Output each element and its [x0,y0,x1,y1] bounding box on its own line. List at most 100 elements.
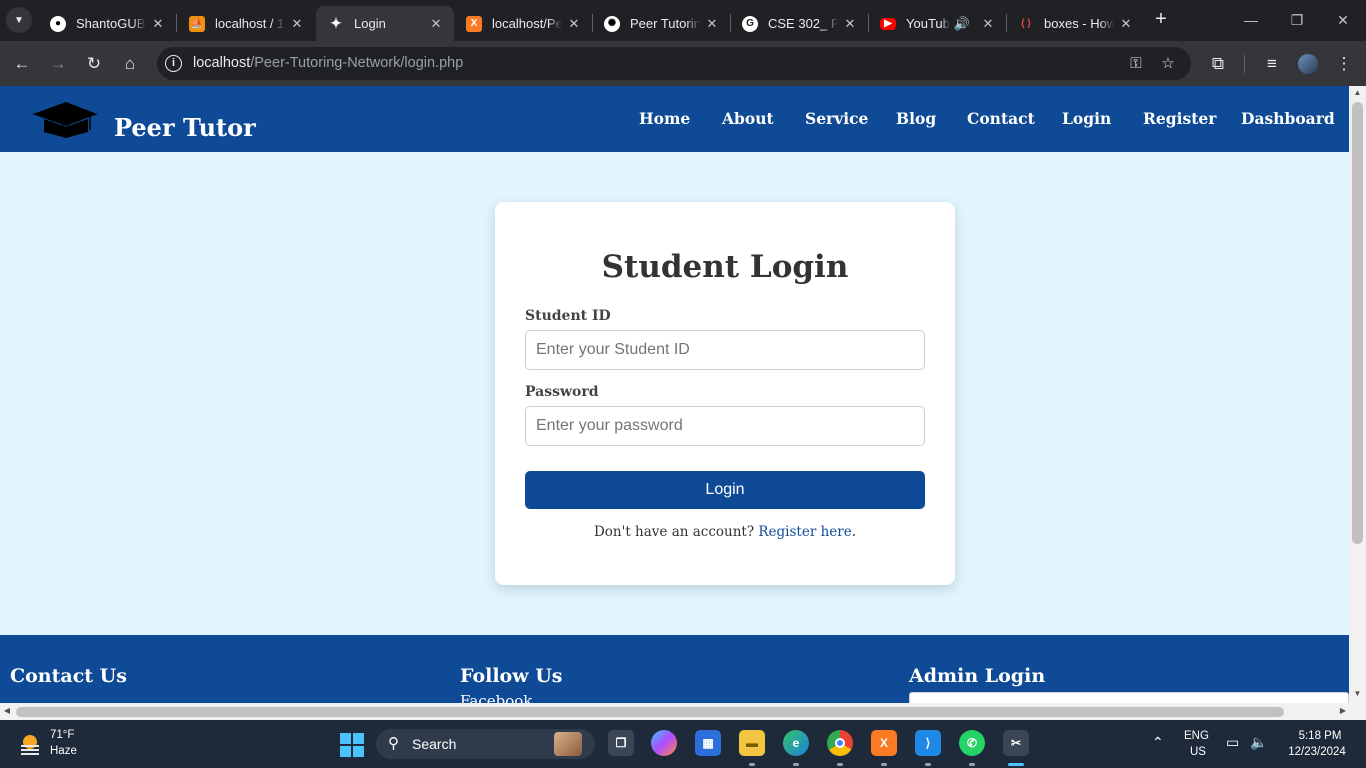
restore-button[interactable]: ❐ [1274,8,1320,32]
tab-search-button[interactable]: ▼ [6,7,32,33]
scroll-right-icon[interactable]: ▶ [1336,706,1350,715]
password-input[interactable] [525,406,925,446]
extensions-icon[interactable]: ⧉ [1204,50,1232,78]
nav-dashboard[interactable]: Dashboard [1241,109,1335,128]
nav-about[interactable]: About [722,109,774,128]
key-icon[interactable]: ⚿ [1125,53,1147,75]
profile-avatar[interactable] [1294,50,1322,78]
browser-tab-bar: ▼ ● ShantoGUB51 ✕ ⛵ localhost / 127 ✕ ✦ … [0,0,1366,41]
browser-toolbar: ← → ↻ ⌂ i localhost/Peer-Tutoring-Networ… [0,41,1366,86]
admin-username-input[interactable]: Username [909,692,1349,703]
close-icon[interactable]: ✕ [980,16,996,32]
register-prompt-suffix: . [851,524,857,540]
windows-start-icon[interactable] [340,733,364,757]
close-icon[interactable]: ✕ [842,16,858,32]
url-text[interactable]: localhost/Peer-Tutoring-Network/login.ph… [193,55,463,71]
xampp-icon[interactable]: X [871,730,897,756]
close-icon[interactable]: ✕ [566,16,582,32]
weather-description[interactable]: Haze [50,745,77,757]
tab-login[interactable]: ✦ Login ✕ [316,6,454,41]
nav-home[interactable]: Home [639,109,690,128]
language-indicator[interactable]: ENG [1184,730,1209,742]
minimize-button[interactable]: — [1228,8,1274,32]
brand-name[interactable]: Peer Tutor [114,113,256,142]
nav-contact[interactable]: Contact [967,109,1035,128]
tab-title: CSE 302_ Pro [768,16,838,31]
scroll-left-icon[interactable]: ◀ [0,706,14,715]
page-title: Student Login [601,249,849,285]
follow-heading: Follow Us [460,665,563,687]
vscode-icon[interactable]: ⟩ [915,730,941,756]
network-icon[interactable]: ▭ [1226,734,1239,751]
site-info-icon[interactable]: i [165,55,182,72]
close-icon[interactable]: ✕ [1118,16,1134,32]
close-icon[interactable]: ✕ [289,16,305,32]
weather-temperature[interactable]: 71°F [50,729,74,741]
microsoft-store-icon[interactable]: ▦ [695,730,721,756]
chatgpt-icon: ✺ [604,15,620,32]
nav-login[interactable]: Login [1062,109,1111,128]
scroll-up-icon[interactable]: ▲ [1349,88,1366,97]
close-icon[interactable]: ✕ [150,16,166,32]
vertical-scrollbar[interactable]: ▲ ▼ [1349,86,1366,703]
tab-xampp[interactable]: X localhost/Peer ✕ [454,6,592,41]
file-explorer-icon[interactable]: ▬ [739,730,765,756]
vertical-scroll-thumb[interactable] [1352,102,1363,544]
tab-chatgpt[interactable]: ✺ Peer Tutoring ✕ [592,6,730,41]
register-link[interactable]: Register here [758,524,851,540]
edge-icon[interactable]: e [783,730,809,756]
close-window-button[interactable]: ✕ [1320,8,1366,32]
close-icon[interactable]: ✕ [428,16,444,32]
nav-register[interactable]: Register [1143,109,1216,128]
tab-title: Peer Tutoring [630,16,700,31]
region-indicator[interactable]: US [1190,746,1206,758]
taskbar-search-label: Search [412,736,457,752]
reload-button[interactable]: ↻ [80,50,108,78]
task-view-icon[interactable]: ❐ [608,730,634,756]
contact-heading: Contact Us [10,665,127,687]
clock-date[interactable]: 12/23/2024 [1282,746,1352,758]
student-id-label: Student ID [525,308,611,324]
app-running-indicator [837,763,843,766]
tab-title: boxes - How [1044,16,1114,31]
copilot-icon[interactable] [651,730,677,756]
tab-title: ShantoGUB51 [76,16,146,31]
student-id-input[interactable] [525,330,925,370]
app-running-indicator [969,763,975,766]
app-running-indicator [881,763,887,766]
speaker-icon[interactable]: 🔊 [954,16,970,32]
login-button[interactable]: Login [525,471,925,509]
media-control-icon[interactable]: ≡ [1258,50,1286,78]
close-icon[interactable]: ✕ [704,16,720,32]
tab-cse302[interactable]: G CSE 302_ Pro ✕ [730,6,868,41]
forward-button[interactable]: → [44,50,72,78]
chrome-icon[interactable] [827,730,853,756]
youtube-icon: ▶ [880,17,896,30]
address-bar[interactable]: i localhost/Peer-Tutoring-Network/login.… [157,47,1191,80]
tab-title: Login [354,16,386,31]
home-button[interactable]: ⌂ [116,50,144,78]
back-button[interactable]: ← [8,50,36,78]
facebook-link[interactable]: Facebook [460,692,532,703]
taskbar-search-box[interactable]: ⚲ Search [376,729,595,759]
tab-github[interactable]: ● ShantoGUB51 ✕ [38,6,176,41]
nav-blog[interactable]: Blog [896,109,936,128]
tab-boxes[interactable]: ( ) boxes - How ✕ [1006,6,1144,41]
tab-phpmyadmin[interactable]: ⛵ localhost / 127 ✕ [177,6,315,41]
horizontal-scrollbar[interactable]: ◀ ▶ [0,703,1366,720]
horizontal-scroll-thumb[interactable] [16,707,1284,717]
nav-service[interactable]: Service [805,109,868,128]
haze-weather-icon[interactable] [18,732,42,756]
snipping-tool-icon[interactable]: ✂ [1003,730,1029,756]
menu-icon[interactable]: ⋮ [1330,50,1358,78]
show-hidden-icons-icon[interactable]: ⌃ [1152,734,1164,751]
volume-icon[interactable]: 🔈 [1250,734,1267,751]
clock-time[interactable]: 5:18 PM [1290,730,1350,742]
page-viewport: Peer Tutor Home About Service Blog Conta… [0,86,1349,703]
scroll-down-icon[interactable]: ▼ [1349,689,1366,698]
whatsapp-icon[interactable]: ✆ [959,730,985,756]
new-tab-button[interactable]: + [1150,9,1172,31]
search-icon: ⚲ [388,735,399,752]
star-icon[interactable]: ☆ [1157,53,1179,75]
tab-youtube[interactable]: ▶ YouTube 🔊 ✕ [868,6,1006,41]
